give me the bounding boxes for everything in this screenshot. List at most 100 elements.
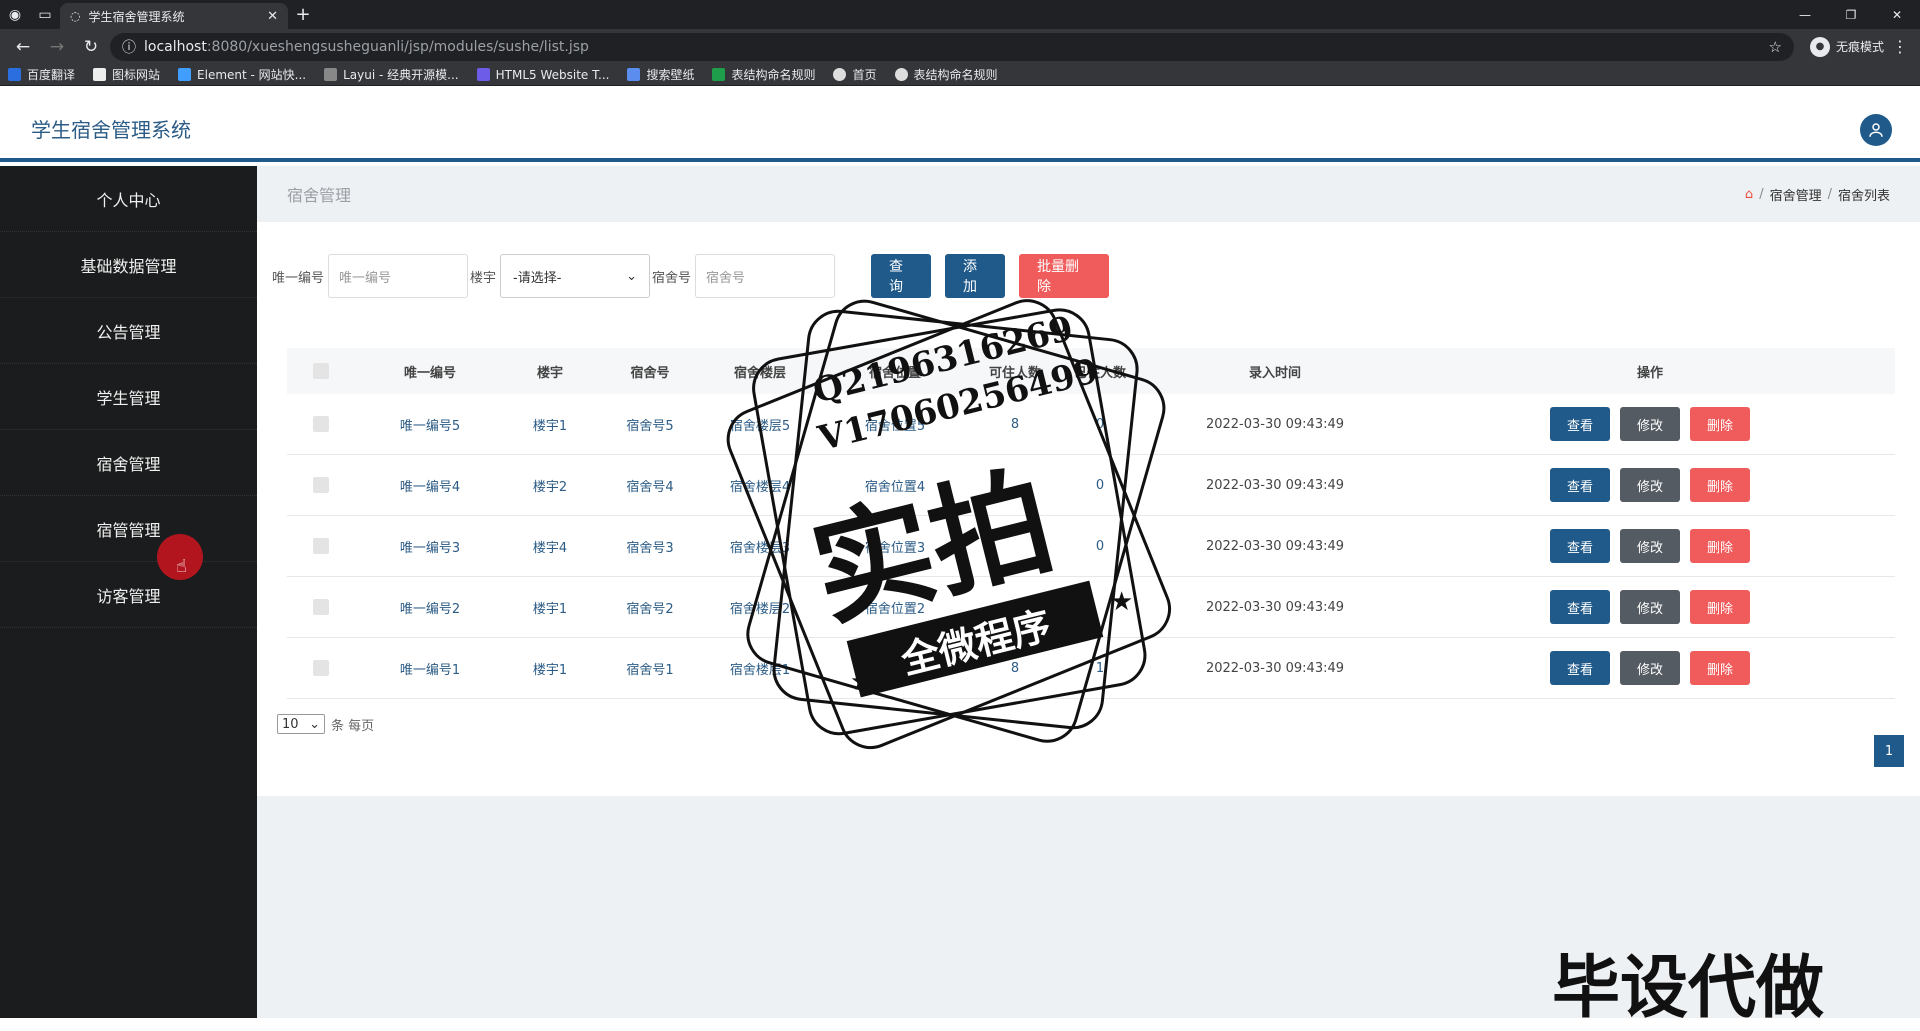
row-checkbox[interactable] (313, 477, 329, 493)
user-avatar[interactable] (1860, 114, 1892, 146)
cell-building: 楼宇1 (532, 662, 568, 678)
row-checkbox[interactable] (313, 416, 329, 432)
cell-floor: 宿舍楼层5 (729, 418, 791, 434)
cell-floor: 宿舍楼层2 (729, 601, 791, 617)
close-window-icon[interactable]: ✕ (1874, 0, 1920, 29)
per-page-label: 条 每页 (331, 718, 375, 734)
cell-location: 宿舍位置3 (864, 540, 926, 556)
bookmark-item[interactable]: 表结构命名规则 (712, 66, 815, 83)
restore-icon[interactable]: ❐ (1828, 0, 1874, 29)
cell-building: 楼宇2 (532, 479, 568, 495)
view-button[interactable]: 查看 (1550, 529, 1610, 563)
cell-floor: 宿舍楼层3 (729, 540, 791, 556)
bookmark-star-icon[interactable]: ☆ (1769, 38, 1782, 56)
table-row: 唯一编号4 楼宇2 宿舍号4 宿舍楼层4 宿舍位置4 0 2022-03-30 09:43:… (287, 455, 1895, 516)
cell-id: 唯一编号1 (399, 662, 461, 678)
breadcrumb-item[interactable]: 宿舍管理 (1770, 185, 1822, 204)
sidebar-item-dorm-managers[interactable]: 宿管管理 (0, 496, 257, 562)
bookmark-item[interactable]: Layui - 经典开源模... (324, 66, 459, 83)
back-icon[interactable]: ← (8, 37, 38, 57)
page-number-button[interactable]: 1 (1874, 735, 1904, 767)
bookmark-item[interactable]: Element - 网站快... (178, 66, 306, 83)
app-header: 学生宿舍管理系统 (0, 98, 1920, 162)
select-all-checkbox[interactable] (313, 363, 329, 379)
view-button[interactable]: 查看 (1550, 407, 1610, 441)
tab-overview-icon[interactable]: ▭ (30, 0, 60, 29)
table-row: 唯一编号2 楼宇1 宿舍号2 宿舍楼层2 宿舍位置2 2022-03-30 09:43:4… (287, 577, 1895, 638)
delete-button[interactable]: 删除 (1690, 651, 1750, 685)
search-form: 唯一编号 唯一编号 楼宇 -请选择- ⌄ 宿舍号 宿舍号 查询 添加 批量删除 (272, 254, 1110, 298)
cell-occupied: 1 (1095, 660, 1105, 676)
cell-room: 宿舍号2 (626, 601, 674, 617)
sidebar-item-basic-data[interactable]: 基础数据管理 (0, 232, 257, 298)
edit-button[interactable]: 修改 (1620, 407, 1680, 441)
cell-location: 宿舍位置1 (864, 662, 926, 678)
delete-button[interactable]: 删除 (1690, 407, 1750, 441)
delete-button[interactable]: 删除 (1690, 529, 1750, 563)
incognito-indicator[interactable]: ● 无痕模式 (1809, 36, 1884, 57)
sidebar-item-visitors[interactable]: 访客管理 (0, 562, 257, 628)
cell-location: 宿舍位置5 (864, 418, 926, 434)
more-menu-icon[interactable]: ⋮ (1888, 37, 1912, 56)
id-input[interactable]: 唯一编号 (328, 254, 469, 298)
url-bar[interactable]: ⓘ localhost:8080/xueshengsusheguanli/jsp… (110, 32, 1794, 61)
page-size-control: 10 ⌄ 条 每页 (277, 714, 374, 734)
page-size-select[interactable]: 10 ⌄ (277, 714, 325, 734)
corner-watermark: 毕设代做 (1552, 949, 1825, 1028)
bookmark-item[interactable]: 首页 (833, 66, 877, 83)
bookmark-item[interactable]: 图标网站 (93, 66, 160, 83)
home-icon[interactable]: ⌂ (1745, 187, 1753, 202)
cell-floor: 宿舍楼层4 (729, 479, 791, 495)
batch-delete-button[interactable]: 批量删除 (1019, 254, 1110, 298)
view-button[interactable]: 查看 (1550, 590, 1610, 624)
bookmarks-bar: 百度翻译 图标网站 Element - 网站快... Layui - 经典开源模… (0, 64, 1920, 86)
main-content: 宿舍管理 ⌂ / 宿舍管理 / 宿舍列表 唯一编号 唯一编号 楼宇 -请选择- ⌄… (257, 166, 1920, 1018)
list-panel: 唯一编号 唯一编号 楼宇 -请选择- ⌄ 宿舍号 宿舍号 查询 添加 批量删除 唯… (257, 222, 1920, 796)
info-icon[interactable]: ⓘ (122, 37, 136, 57)
tab-close-icon[interactable]: ✕ (267, 9, 278, 24)
building-select[interactable]: -请选择- ⌄ (500, 254, 651, 298)
delete-button[interactable]: 删除 (1690, 468, 1750, 502)
add-button[interactable]: 添加 (945, 254, 1006, 298)
building-label: 楼宇 (470, 270, 497, 286)
bookmark-item[interactable]: 搜索壁纸 (627, 66, 694, 83)
reload-icon[interactable]: ↻ (76, 37, 106, 57)
bookmark-item[interactable]: 百度翻译 (8, 66, 75, 83)
edit-button[interactable]: 修改 (1620, 590, 1680, 624)
id-label: 唯一编号 (272, 270, 325, 286)
cell-capacity: 8 (1010, 660, 1020, 676)
url-host: localhost (144, 38, 207, 55)
cell-id: 唯一编号5 (399, 418, 461, 434)
room-input[interactable]: 宿舍号 (695, 254, 836, 298)
row-checkbox[interactable] (313, 538, 329, 554)
forward-icon[interactable]: → (42, 37, 72, 57)
edit-button[interactable]: 修改 (1620, 529, 1680, 563)
cell-actions: 查看 修改 删除 (1405, 590, 1895, 624)
row-checkbox[interactable] (313, 599, 329, 615)
window-controls: — ❐ ✕ (1782, 0, 1920, 29)
browser-menu-icon[interactable]: ◉ (0, 0, 30, 29)
sidebar-item-personal-center[interactable]: 个人中心 (0, 166, 257, 232)
browser-tab[interactable]: ◌ 学生宿舍管理系统 ✕ (60, 3, 288, 29)
sidebar-item-students[interactable]: 学生管理 (0, 364, 257, 430)
page-title: 宿舍管理 (287, 186, 352, 205)
edit-button[interactable]: 修改 (1620, 468, 1680, 502)
new-tab-icon[interactable]: + (288, 4, 318, 25)
cell-building: 楼宇1 (532, 418, 568, 434)
view-button[interactable]: 查看 (1550, 468, 1610, 502)
row-checkbox[interactable] (313, 660, 329, 676)
minimize-icon[interactable]: — (1782, 0, 1828, 29)
sidebar-item-dormitories[interactable]: 宿舍管理 (0, 430, 257, 496)
view-button[interactable]: 查看 (1550, 651, 1610, 685)
edit-button[interactable]: 修改 (1620, 651, 1680, 685)
favicon-icon: ◌ (70, 9, 81, 23)
delete-button[interactable]: 删除 (1690, 590, 1750, 624)
bookmark-item[interactable]: HTML5 Website T... (476, 68, 609, 82)
col-location: 宿舍位置 (868, 365, 921, 381)
cell-actions: 查看 修改 删除 (1405, 468, 1895, 502)
query-button[interactable]: 查询 (871, 254, 932, 298)
col-actions: 操作 (1636, 365, 1663, 381)
sidebar-item-announcements[interactable]: 公告管理 (0, 298, 257, 364)
bookmark-item[interactable]: 表结构命名规则 (894, 66, 998, 83)
app-title: 学生宿舍管理系统 (31, 117, 191, 142)
